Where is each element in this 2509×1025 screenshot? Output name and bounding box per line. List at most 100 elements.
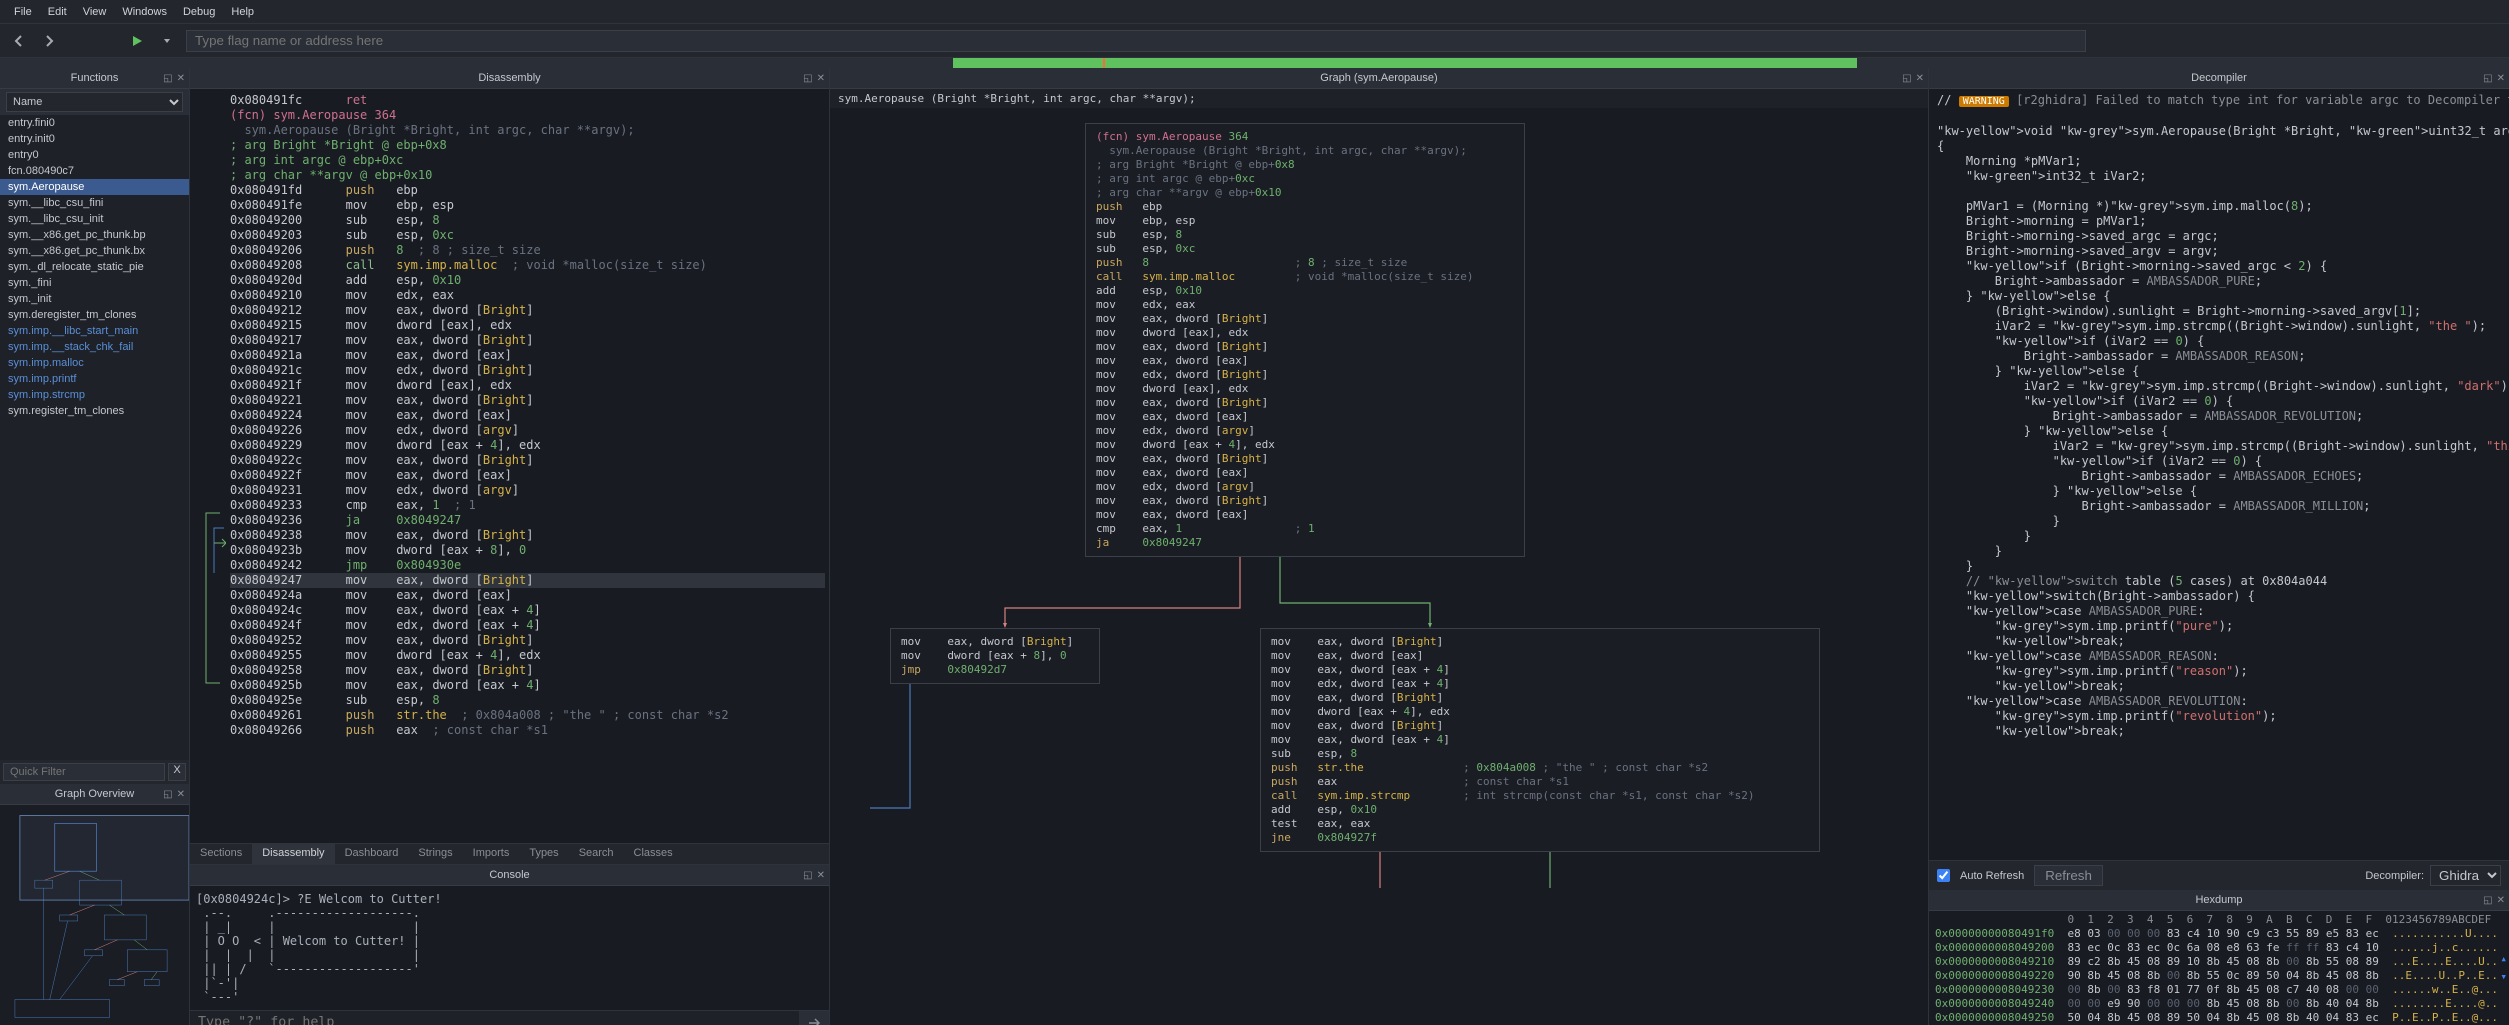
disasm-line[interactable]: 0x08049247 mov eax, dword [Bright]	[230, 573, 825, 588]
disasm-line[interactable]: 0x0804924c mov eax, dword [eax + 4]	[230, 603, 825, 618]
function-item[interactable]: fcn.080490c7	[0, 163, 189, 179]
disasm-line[interactable]: 0x08049212 mov eax, dword [Bright]	[230, 303, 825, 318]
function-item[interactable]: entry0	[0, 147, 189, 163]
function-item[interactable]: sym.imp.__libc_start_main	[0, 323, 189, 339]
disasm-line[interactable]: 0x0804924a mov eax, dword [eax]	[230, 588, 825, 603]
run-dropdown-button[interactable]	[156, 30, 178, 52]
menu-edit[interactable]: Edit	[40, 3, 75, 21]
filter-clear-button[interactable]: X	[168, 763, 186, 781]
function-item[interactable]: entry.init0	[0, 131, 189, 147]
close-icon[interactable]: ✕	[2497, 73, 2505, 84]
function-item[interactable]: sym.imp.malloc	[0, 355, 189, 371]
console-send-button[interactable]	[799, 1011, 829, 1025]
disasm-line[interactable]: 0x08049217 mov eax, dword [Bright]	[230, 333, 825, 348]
disasm-line[interactable]: 0x08049226 mov edx, dword [argv]	[230, 423, 825, 438]
disasm-line[interactable]: 0x08049224 mov eax, dword [eax]	[230, 408, 825, 423]
close-icon[interactable]: ✕	[817, 73, 825, 84]
disasm-line[interactable]: 0x080491fe mov ebp, esp	[230, 198, 825, 213]
disasm-line[interactable]: 0x08049252 mov eax, dword [Bright]	[230, 633, 825, 648]
menu-file[interactable]: File	[6, 3, 40, 21]
disasm-line[interactable]: 0x08049236 ja 0x8049247	[230, 513, 825, 528]
functions-list[interactable]: entry.fini0entry.init0entry0fcn.080490c7…	[0, 115, 189, 760]
nav-back-button[interactable]	[8, 30, 30, 52]
disassembly-view[interactable]: 0x080491fc ret (fcn) sym.Aeropause 364 s…	[190, 89, 829, 843]
tab-classes[interactable]: Classes	[624, 844, 683, 864]
close-icon[interactable]: ✕	[1916, 73, 1924, 84]
functions-sort-select[interactable]: Name	[6, 92, 183, 112]
tab-sections[interactable]: Sections	[190, 844, 252, 864]
tab-search[interactable]: Search	[569, 844, 624, 864]
menu-windows[interactable]: Windows	[114, 3, 175, 21]
function-item[interactable]: sym._dl_relocate_static_pie	[0, 259, 189, 275]
graph-node-false[interactable]: mov eax, dword [Bright] mov dword [eax +…	[890, 628, 1100, 684]
restore-icon[interactable]: ◱	[803, 73, 812, 84]
disasm-line[interactable]: 0x08049242 jmp 0x804930e	[230, 558, 825, 573]
disasm-line[interactable]: 0x08049200 sub esp, 8	[230, 213, 825, 228]
hex-scroll-up-icon[interactable]: ▴	[2500, 952, 2507, 966]
disasm-line[interactable]: 0x08049215 mov dword [eax], edx	[230, 318, 825, 333]
graph-canvas[interactable]: (fcn) sym.Aeropause 364 sym.Aeropause (B…	[830, 108, 1928, 1025]
tab-strings[interactable]: Strings	[408, 844, 462, 864]
refresh-button[interactable]: Refresh	[2034, 865, 2103, 886]
disasm-line[interactable]: 0x08049206 push 8 ; 8 ; size_t size	[230, 243, 825, 258]
close-icon[interactable]: ✕	[177, 789, 185, 800]
disasm-line[interactable]: 0x0804923b mov dword [eax + 8], 0	[230, 543, 825, 558]
graph-node-true[interactable]: mov eax, dword [Bright] mov eax, dword […	[1260, 628, 1820, 852]
menu-debug[interactable]: Debug	[175, 3, 223, 21]
function-item[interactable]: sym.__x86.get_pc_thunk.bx	[0, 243, 189, 259]
disasm-line[interactable]: 0x08049231 mov edx, dword [argv]	[230, 483, 825, 498]
function-item[interactable]: sym.__x86.get_pc_thunk.bp	[0, 227, 189, 243]
auto-refresh-checkbox[interactable]	[1937, 869, 1950, 882]
function-item[interactable]: sym.__libc_csu_init	[0, 211, 189, 227]
function-item[interactable]: sym.__libc_csu_fini	[0, 195, 189, 211]
function-item[interactable]: sym.register_tm_clones	[0, 403, 189, 419]
graph-node-entry[interactable]: (fcn) sym.Aeropause 364 sym.Aeropause (B…	[1085, 123, 1525, 557]
menu-help[interactable]: Help	[223, 3, 262, 21]
disasm-line[interactable]: 0x0804921a mov eax, dword [eax]	[230, 348, 825, 363]
function-item[interactable]: sym.imp.strcmp	[0, 387, 189, 403]
section-minimap[interactable]	[0, 58, 2509, 68]
run-button[interactable]	[126, 30, 148, 52]
disasm-line[interactable]: 0x0804924f mov edx, dword [eax + 4]	[230, 618, 825, 633]
restore-icon[interactable]: ◱	[803, 870, 812, 881]
disasm-line[interactable]: 0x0804922f mov eax, dword [eax]	[230, 468, 825, 483]
functions-filter-input[interactable]	[3, 763, 165, 781]
address-search-input[interactable]	[186, 30, 2086, 52]
graph-overview[interactable]	[0, 805, 189, 1025]
function-item[interactable]: sym.imp.printf	[0, 371, 189, 387]
nav-forward-button[interactable]	[38, 30, 60, 52]
disasm-line[interactable]: 0x08049266 push eax ; const char *s1	[230, 723, 825, 738]
disasm-line[interactable]: 0x08049208 call sym.imp.malloc ; void *m…	[230, 258, 825, 273]
function-item[interactable]: sym.imp.__stack_chk_fail	[0, 339, 189, 355]
function-item[interactable]: sym._init	[0, 291, 189, 307]
disasm-line[interactable]: 0x08049238 mov eax, dword [Bright]	[230, 528, 825, 543]
disasm-line[interactable]: ; arg Bright *Bright @ ebp+0x8	[230, 138, 825, 153]
restore-icon[interactable]: ◱	[163, 73, 172, 84]
hexdump-view[interactable]: 0 1 2 3 4 5 6 7 8 9 A B C D E F 01234567…	[1929, 911, 2509, 1025]
tab-dashboard[interactable]: Dashboard	[335, 844, 409, 864]
disasm-line[interactable]: 0x0804925e sub esp, 8	[230, 693, 825, 708]
disasm-line[interactable]: (fcn) sym.Aeropause 364	[230, 108, 825, 123]
disasm-line[interactable]: ; arg int argc @ ebp+0xc	[230, 153, 825, 168]
close-icon[interactable]: ✕	[177, 73, 185, 84]
disasm-line[interactable]: 0x0804921c mov edx, dword [Bright]	[230, 363, 825, 378]
disasm-line[interactable]: 0x08049233 cmp eax, 1 ; 1	[230, 498, 825, 513]
function-item[interactable]: sym.Aeropause	[0, 179, 189, 195]
restore-icon[interactable]: ◱	[2483, 73, 2492, 84]
disasm-line[interactable]: 0x0804920d add esp, 0x10	[230, 273, 825, 288]
function-item[interactable]: entry.fini0	[0, 115, 189, 131]
disasm-line[interactable]: 0x08049258 mov eax, dword [Bright]	[230, 663, 825, 678]
disasm-line[interactable]: 0x080491fd push ebp	[230, 183, 825, 198]
disasm-line[interactable]: 0x08049229 mov dword [eax + 4], edx	[230, 438, 825, 453]
hex-scroll-down-icon[interactable]: ▾	[2500, 970, 2507, 984]
restore-icon[interactable]: ◱	[1902, 73, 1911, 84]
disasm-line[interactable]: 0x080491fc ret	[230, 93, 825, 108]
disasm-line[interactable]: 0x0804925b mov eax, dword [eax + 4]	[230, 678, 825, 693]
disasm-line[interactable]: 0x08049210 mov edx, eax	[230, 288, 825, 303]
disasm-line[interactable]: sym.Aeropause (Bright *Bright, int argc,…	[230, 123, 825, 138]
close-icon[interactable]: ✕	[817, 870, 825, 881]
disasm-line[interactable]: 0x08049203 sub esp, 0xc	[230, 228, 825, 243]
console-input[interactable]	[190, 1011, 799, 1025]
disasm-line[interactable]: 0x08049255 mov dword [eax + 4], edx	[230, 648, 825, 663]
disasm-line[interactable]: 0x08049261 push str.the ; 0x804a008 ; "t…	[230, 708, 825, 723]
